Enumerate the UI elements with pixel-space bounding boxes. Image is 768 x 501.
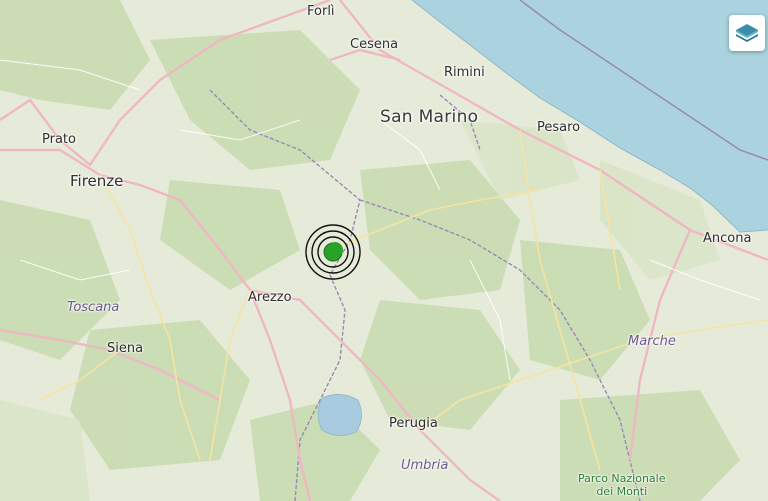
label-firenze: Firenze xyxy=(70,172,124,190)
label-prato: Prato xyxy=(42,132,76,147)
marker-dot-overlap xyxy=(327,242,343,258)
label-forli: Forlì xyxy=(307,4,335,19)
label-pesaro: Pesaro xyxy=(537,120,581,135)
label-park: Parco Nazionale dei Monti xyxy=(578,472,666,498)
layers-button[interactable] xyxy=(729,15,765,51)
label-marche: Marche xyxy=(628,334,676,349)
earthquake-epicenter-marker[interactable] xyxy=(304,223,362,281)
label-toscana: Toscana xyxy=(67,300,120,315)
park-line-1: Parco Nazionale xyxy=(578,472,666,485)
label-cesena: Cesena xyxy=(350,37,399,52)
map-view[interactable]: Forlì Cesena Rimini San Marino Pesaro Pr… xyxy=(0,0,768,501)
lake-trasimeno xyxy=(317,394,362,436)
park-line-2: dei Monti xyxy=(596,485,648,498)
label-siena: Siena xyxy=(107,341,144,356)
map-base-layer xyxy=(0,0,768,501)
label-perugia: Perugia xyxy=(389,416,438,431)
label-arezzo: Arezzo xyxy=(248,290,292,305)
label-rimini: Rimini xyxy=(444,65,485,80)
label-ancona: Ancona xyxy=(703,231,752,246)
label-umbria: Umbria xyxy=(401,458,449,473)
layers-icon xyxy=(736,24,758,42)
label-san-marino: San Marino xyxy=(380,107,479,127)
